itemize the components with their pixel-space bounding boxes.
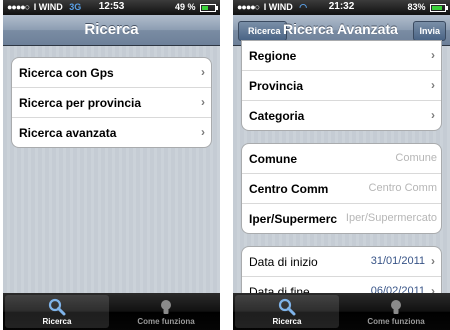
iper-supermercato-input[interactable]: Iper/Supermercato <box>346 212 437 224</box>
chevron-right-icon: › <box>431 254 435 268</box>
tab-bar: Ricerca Come funziona <box>233 293 450 330</box>
nav-bar: Ricerca <box>3 15 220 46</box>
start-date-row[interactable]: Data di inizio 31/01/2011 › <box>242 247 441 277</box>
magnifier-icon <box>278 298 296 316</box>
field-centro-comm[interactable]: Centro Comm Centro Comm <box>242 174 441 204</box>
comune-input[interactable]: Comune <box>395 152 437 164</box>
page-title: Ricerca <box>84 21 139 38</box>
menu-item-advanced[interactable]: Ricerca avanzata › <box>12 118 211 147</box>
chevron-right-icon: › <box>431 78 435 92</box>
back-button[interactable]: Ricerca <box>238 21 287 41</box>
chevron-right-icon: › <box>201 125 205 139</box>
tab-how-it-works[interactable]: Come funziona <box>114 295 218 328</box>
right-screen: ●●●●○ I WIND ◠ 21:32 83% Ricerca Ricerca… <box>233 0 450 330</box>
tab-search[interactable]: Ricerca <box>5 295 109 328</box>
tab-search[interactable]: Ricerca <box>235 295 339 328</box>
tab-bar: Ricerca Come funziona <box>3 293 220 330</box>
filter-province[interactable]: Provincia › <box>242 71 441 101</box>
search-menu: Ricerca con Gps › Ricerca per provincia … <box>11 57 212 148</box>
status-bar: ●●●●○ I WIND 3G 12:53 49 % <box>3 0 220 15</box>
battery-percent: 49 % <box>174 2 196 12</box>
filter-category[interactable]: Categoria › <box>242 101 441 130</box>
page-title: Ricerca Avanzata <box>283 21 398 37</box>
menu-item-gps[interactable]: Ricerca con Gps › <box>12 58 211 88</box>
magnifier-icon <box>48 298 66 316</box>
filter-region[interactable]: Regione › <box>242 41 441 71</box>
bulb-icon <box>161 300 171 314</box>
field-iper-supermercato[interactable]: Iper/Supermercato Iper/Supermercato <box>242 204 441 233</box>
battery-icon <box>200 3 218 12</box>
tab-how-it-works[interactable]: Come funziona <box>344 295 448 328</box>
chevron-right-icon: › <box>201 95 205 109</box>
chevron-right-icon: › <box>201 65 205 79</box>
send-button[interactable]: Invia <box>413 21 446 41</box>
start-date-value: 31/01/2011 <box>370 255 425 267</box>
field-comune[interactable]: Comune Comune <box>242 144 441 174</box>
status-bar: ●●●●○ I WIND ◠ 21:32 83% <box>233 0 450 15</box>
battery-percent: 83% <box>407 2 426 12</box>
text-fields-group: Comune Comune Centro Comm Centro Comm Ip… <box>241 143 442 234</box>
menu-item-province[interactable]: Ricerca per provincia › <box>12 88 211 118</box>
chevron-right-icon: › <box>431 108 435 122</box>
battery-icon <box>430 3 448 12</box>
chevron-right-icon: › <box>431 48 435 62</box>
filter-group: Regione › Provincia › Categoria › <box>241 40 442 131</box>
bulb-icon <box>391 300 401 314</box>
left-screen: ●●●●○ I WIND 3G 12:53 49 % Ricerca Ricer… <box>3 0 220 330</box>
centro-comm-input[interactable]: Centro Comm <box>369 182 437 194</box>
